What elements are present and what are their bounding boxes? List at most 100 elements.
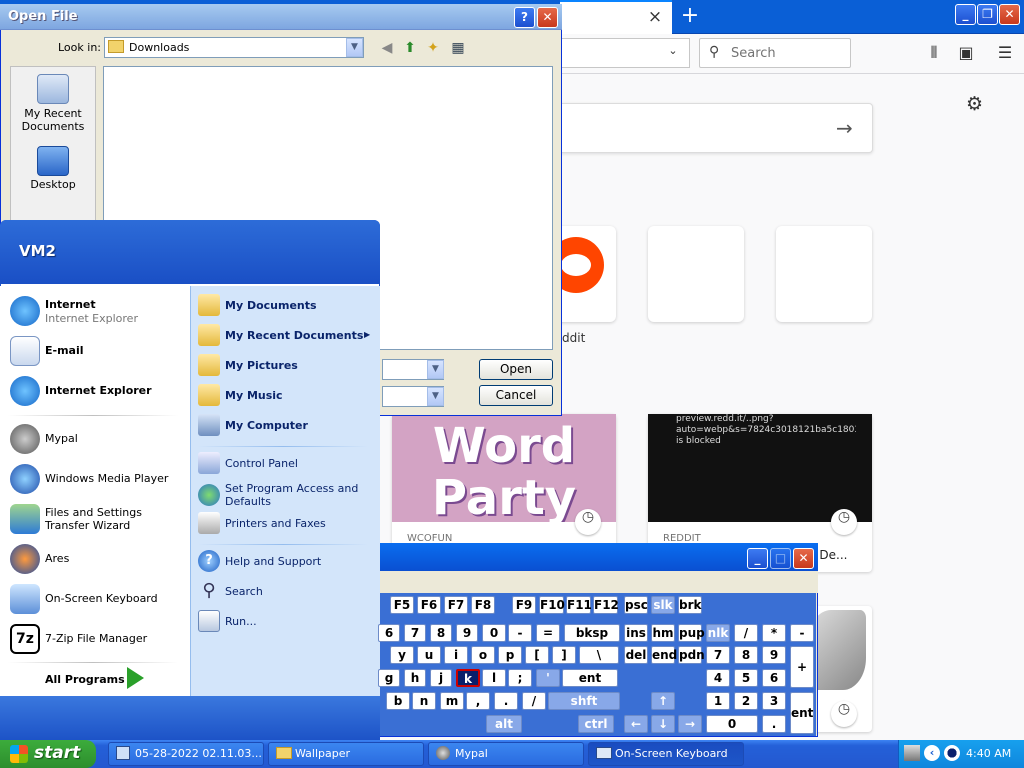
osk-key[interactable]: 9: [762, 646, 786, 664]
osk-key[interactable]: o: [471, 646, 495, 664]
osk-key[interactable]: hm: [651, 624, 675, 642]
osk-key[interactable]: m: [440, 692, 464, 710]
back-icon[interactable]: ◀: [377, 38, 397, 58]
osk-key[interactable]: -: [790, 624, 814, 642]
url-dropdown-icon[interactable]: ⌄: [664, 44, 682, 62]
content-search-box[interactable]: [560, 103, 873, 153]
start-item-run[interactable]: Run...: [225, 615, 257, 628]
osk-key[interactable]: .: [762, 715, 786, 733]
help-icon[interactable]: ?: [198, 550, 220, 572]
keyboard-icon[interactable]: [10, 584, 40, 614]
osk-key[interactable]: F12: [593, 596, 619, 614]
osk-key[interactable]: ins: [624, 624, 648, 642]
my-pictures-icon[interactable]: [198, 354, 220, 376]
start-item-7zip[interactable]: 7-Zip File Manager: [45, 632, 147, 645]
close-button[interactable]: ✕: [999, 4, 1020, 25]
osk-key[interactable]: 8: [734, 646, 758, 664]
view-menu-icon[interactable]: ▦: [448, 38, 468, 58]
osk-key[interactable]: F9: [512, 596, 536, 614]
osk-key[interactable]: 6: [378, 624, 400, 642]
all-programs-label[interactable]: All Programs: [45, 673, 125, 686]
osk-key[interactable]: j: [430, 669, 452, 687]
osk-key[interactable]: ': [536, 669, 560, 687]
ares-icon[interactable]: [10, 544, 40, 574]
start-item-help[interactable]: Help and Support: [225, 555, 321, 568]
osk-key[interactable]: F10: [539, 596, 565, 614]
osk-key[interactable]: end: [651, 646, 677, 664]
osk-key[interactable]: p: [498, 646, 522, 664]
start-item-program-access[interactable]: Set Program Access and Defaults: [225, 482, 375, 508]
osk-key[interactable]: F11: [566, 596, 592, 614]
osk-key[interactable]: ent: [562, 669, 618, 687]
arrow-key-icon[interactable]: ↑: [651, 692, 675, 710]
osk-key[interactable]: /: [522, 692, 546, 710]
place-label[interactable]: My Recent Documents: [13, 107, 93, 133]
osk-key[interactable]: 0: [482, 624, 506, 642]
start-item-internet[interactable]: Internet: [45, 298, 96, 311]
start-item-ares[interactable]: Ares: [45, 552, 69, 565]
osk-key[interactable]: F7: [444, 596, 468, 614]
start-item-my-documents[interactable]: My Documents: [225, 299, 317, 312]
mypal-icon[interactable]: [10, 424, 40, 454]
osk-key[interactable]: k: [456, 669, 480, 687]
email-icon[interactable]: [10, 336, 40, 366]
osk-key[interactable]: 0: [706, 715, 758, 733]
start-item-printers[interactable]: Printers and Faxes: [225, 517, 326, 530]
osk-key[interactable]: del: [624, 646, 648, 664]
new-tab-button[interactable]: +: [676, 2, 704, 30]
arrow-key-icon[interactable]: →: [678, 715, 702, 733]
osk-key[interactable]: shft: [548, 692, 620, 710]
osk-key[interactable]: alt: [486, 715, 522, 733]
osk-key[interactable]: pup: [678, 624, 705, 642]
start-item-transfer-wizard[interactable]: Files and Settings Transfer Wizard: [45, 506, 185, 532]
osk-key[interactable]: 9: [456, 624, 478, 642]
start-item-osk[interactable]: On-Screen Keyboard: [45, 592, 158, 605]
close-button[interactable]: ✕: [537, 7, 558, 28]
osk-key[interactable]: slk: [651, 596, 675, 614]
minimize-button[interactable]: _: [955, 4, 976, 25]
start-item-my-music[interactable]: My Music: [225, 389, 283, 402]
osk-key[interactable]: g: [378, 669, 400, 687]
tab-close-icon[interactable]: ×: [644, 6, 666, 28]
taskbar-item[interactable]: 05-28-2022 02.11.03...: [108, 742, 264, 766]
start-item-media-player[interactable]: Windows Media Player: [45, 472, 168, 485]
start-item-search[interactable]: Search: [225, 585, 263, 598]
osk-key[interactable]: 8: [430, 624, 452, 642]
osk-key[interactable]: nlk: [706, 624, 730, 642]
close-button[interactable]: ✕: [793, 548, 814, 569]
osk-key[interactable]: u: [417, 646, 441, 664]
osk-key[interactable]: ]: [552, 646, 576, 664]
my-documents-icon[interactable]: [198, 294, 220, 316]
tray-expand-icon[interactable]: ‹: [924, 745, 940, 761]
osk-key[interactable]: /: [734, 624, 758, 642]
osk-key[interactable]: F5: [390, 596, 414, 614]
minimize-button[interactable]: _: [747, 548, 768, 569]
osk-key[interactable]: h: [404, 669, 426, 687]
osk-key[interactable]: n: [412, 692, 436, 710]
osk-key[interactable]: psc: [624, 596, 648, 614]
osk-key[interactable]: =: [536, 624, 560, 642]
osk-key[interactable]: -: [508, 624, 532, 642]
osk-key[interactable]: \: [579, 646, 619, 664]
my-music-icon[interactable]: [198, 384, 220, 406]
open-button[interactable]: Open: [479, 359, 553, 380]
arrow-key-icon[interactable]: ←: [624, 715, 648, 733]
place-label[interactable]: Desktop: [13, 178, 93, 191]
up-folder-icon[interactable]: ⬆: [400, 38, 420, 58]
start-item-internet-explorer[interactable]: Internet Explorer: [45, 384, 152, 397]
osk-key[interactable]: brk: [678, 596, 702, 614]
run-icon[interactable]: [198, 610, 220, 632]
program-access-icon[interactable]: [198, 484, 220, 506]
cancel-button[interactable]: Cancel: [479, 385, 553, 406]
osk-key[interactable]: 7: [404, 624, 426, 642]
osk-key[interactable]: ,: [466, 692, 490, 710]
all-programs-arrow-icon[interactable]: [127, 667, 144, 689]
arrow-key-icon[interactable]: ↓: [651, 715, 675, 733]
chevron-down-icon[interactable]: ▼: [427, 360, 444, 379]
osk-key[interactable]: .: [494, 692, 518, 710]
printer-icon[interactable]: [198, 512, 220, 534]
sidebar-icon[interactable]: ▣: [956, 43, 976, 63]
osk-key[interactable]: 4: [706, 669, 730, 687]
osk-key[interactable]: 1: [706, 692, 730, 710]
osk-key[interactable]: pdn: [678, 646, 705, 664]
